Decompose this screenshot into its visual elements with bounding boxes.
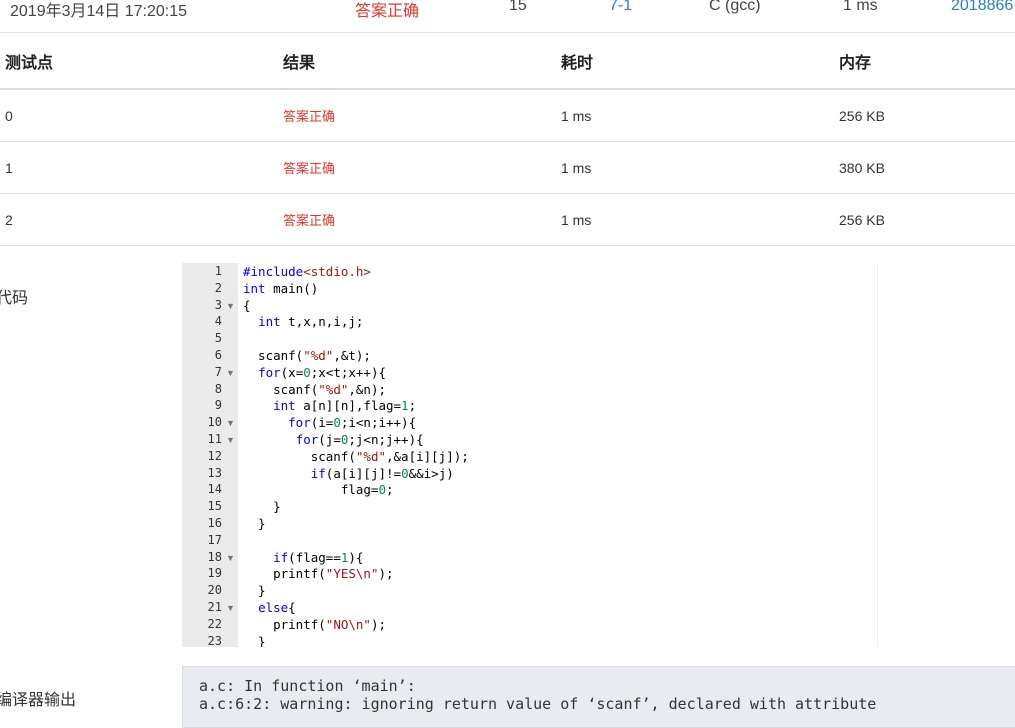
line-number: 23 [207, 633, 222, 647]
code-line: printf("YES\n"); [243, 566, 394, 582]
compiler-output-text: a.c: In function ‘main’: a.c:6:2: warnin… [199, 677, 877, 713]
test-case-header-row: 测试点 结果 耗时 内存 [0, 33, 1015, 90]
table-row: 1 答案正确 1 ms 380 KB [0, 141, 1015, 194]
code-line: scanf("%d",&t); [243, 348, 371, 363]
header-time: 耗时 [561, 33, 839, 90]
line-number: 18 [207, 549, 222, 564]
fold-toggle-icon[interactable]: ▼ [226, 435, 235, 445]
code-line: scanf("%d",&n); [243, 381, 387, 397]
submission-summary-row: 2019年3月14日 17:20:15 答案正确 15 7-1 C (gcc) … [0, 0, 1015, 33]
code-line: { [243, 297, 251, 313]
code-section-label: 代码 [0, 290, 29, 307]
line-number: 21 [207, 600, 222, 614]
line-number: 5 [214, 331, 222, 346]
case-result: 答案正确 [283, 193, 561, 246]
submission-compiler: C (gcc) [709, 0, 761, 14]
case-result: 答案正确 [283, 141, 561, 194]
compiler-output-label: 编译器输出 [0, 692, 77, 709]
code-line: scanf("%d",&a[i][j]); [243, 448, 469, 464]
code-line: printf("NO\n"); [243, 616, 387, 632]
code-line: #include<stdio.h> [243, 264, 371, 279]
line-number: 22 [207, 616, 222, 631]
case-id: 1 [0, 141, 283, 194]
line-number: 8 [214, 381, 222, 396]
code-line: for(i=0;i<n;i++){ [288, 415, 417, 431]
code-line: if(a[i][j]!=0&&i>j) [310, 465, 454, 481]
fold-toggle-icon[interactable]: ▼ [226, 418, 235, 428]
table-row: 0 答案正确 1 ms 256 KB [0, 89, 1015, 142]
line-number: 13 [207, 465, 222, 480]
case-memory: 256 KB [839, 89, 1015, 142]
code-line: for(x=0;x<t;x++){ [258, 364, 387, 380]
case-memory: 380 KB [839, 141, 1015, 194]
header-memory: 内存 [839, 33, 1015, 90]
fold-toggle-icon[interactable]: ▼ [226, 603, 235, 613]
line-number: 20 [207, 583, 222, 598]
line-number: 10 [207, 415, 222, 430]
case-time: 1 ms [561, 89, 839, 142]
code-line: int a[n][n],flag=1; [273, 398, 417, 414]
code-line: else{ [258, 600, 296, 615]
fold-toggle-icon[interactable]: ▼ [226, 301, 235, 311]
line-number: 12 [207, 448, 222, 463]
case-id: 2 [0, 193, 283, 246]
line-number: 1 [214, 264, 222, 278]
case-id: 0 [0, 89, 283, 142]
submission-user-link[interactable]: 2018866 [951, 0, 1013, 15]
fold-toggle-icon[interactable]: ▼ [226, 368, 235, 378]
code-line: } [243, 633, 266, 647]
submission-time-used: 1 ms [843, 0, 878, 14]
code-line: } [243, 583, 266, 599]
line-number: 14 [207, 482, 222, 497]
code-line: } [243, 499, 281, 515]
code-line: int t,x,n,i,j; [258, 314, 364, 330]
line-number: 7 [214, 364, 222, 379]
code-line: flag=0; [243, 482, 394, 498]
code-line: if(flag==1){ [273, 549, 364, 565]
code-line: for(j=0;j<n;j++){ [295, 432, 424, 447]
case-time: 1 ms [561, 193, 839, 246]
case-time: 1 ms [561, 141, 839, 194]
submission-status: 答案正确 [355, 3, 420, 20]
line-number: 2 [214, 280, 222, 295]
test-case-table: 测试点 结果 耗时 内存 0 答案正确 1 ms 256 KB 1 答案正确 1… [0, 33, 1015, 246]
line-number: 4 [214, 314, 222, 329]
fold-toggle-icon[interactable]: ▼ [226, 553, 235, 563]
submission-score: 15 [509, 0, 527, 14]
case-memory: 256 KB [839, 193, 1015, 246]
case-result: 答案正确 [283, 89, 561, 142]
line-number: 3 [214, 297, 222, 312]
submission-time: 2019年3月14日 17:20:15 [10, 3, 188, 20]
code-editor[interactable]: 1 #include<stdio.h> 2 int main() 3 ▼ {4 int t,… [182, 263, 878, 647]
problem-link[interactable]: 7-1 [609, 0, 632, 15]
header-result: 结果 [283, 33, 561, 90]
code-line: int main() [243, 280, 319, 296]
line-number: 17 [207, 532, 222, 547]
code-line: } [243, 516, 266, 531]
line-number: 15 [207, 499, 222, 514]
line-number: 11 [207, 432, 222, 446]
line-number: 16 [207, 516, 222, 530]
table-row: 2 答案正确 1 ms 256 KB [0, 193, 1015, 246]
line-number: 19 [207, 566, 222, 581]
line-number: 9 [214, 398, 222, 413]
line-number: 6 [214, 348, 222, 362]
compiler-output-box: a.c: In function ‘main’: a.c:6:2: warnin… [182, 666, 1015, 728]
header-case: 测试点 [0, 33, 283, 90]
